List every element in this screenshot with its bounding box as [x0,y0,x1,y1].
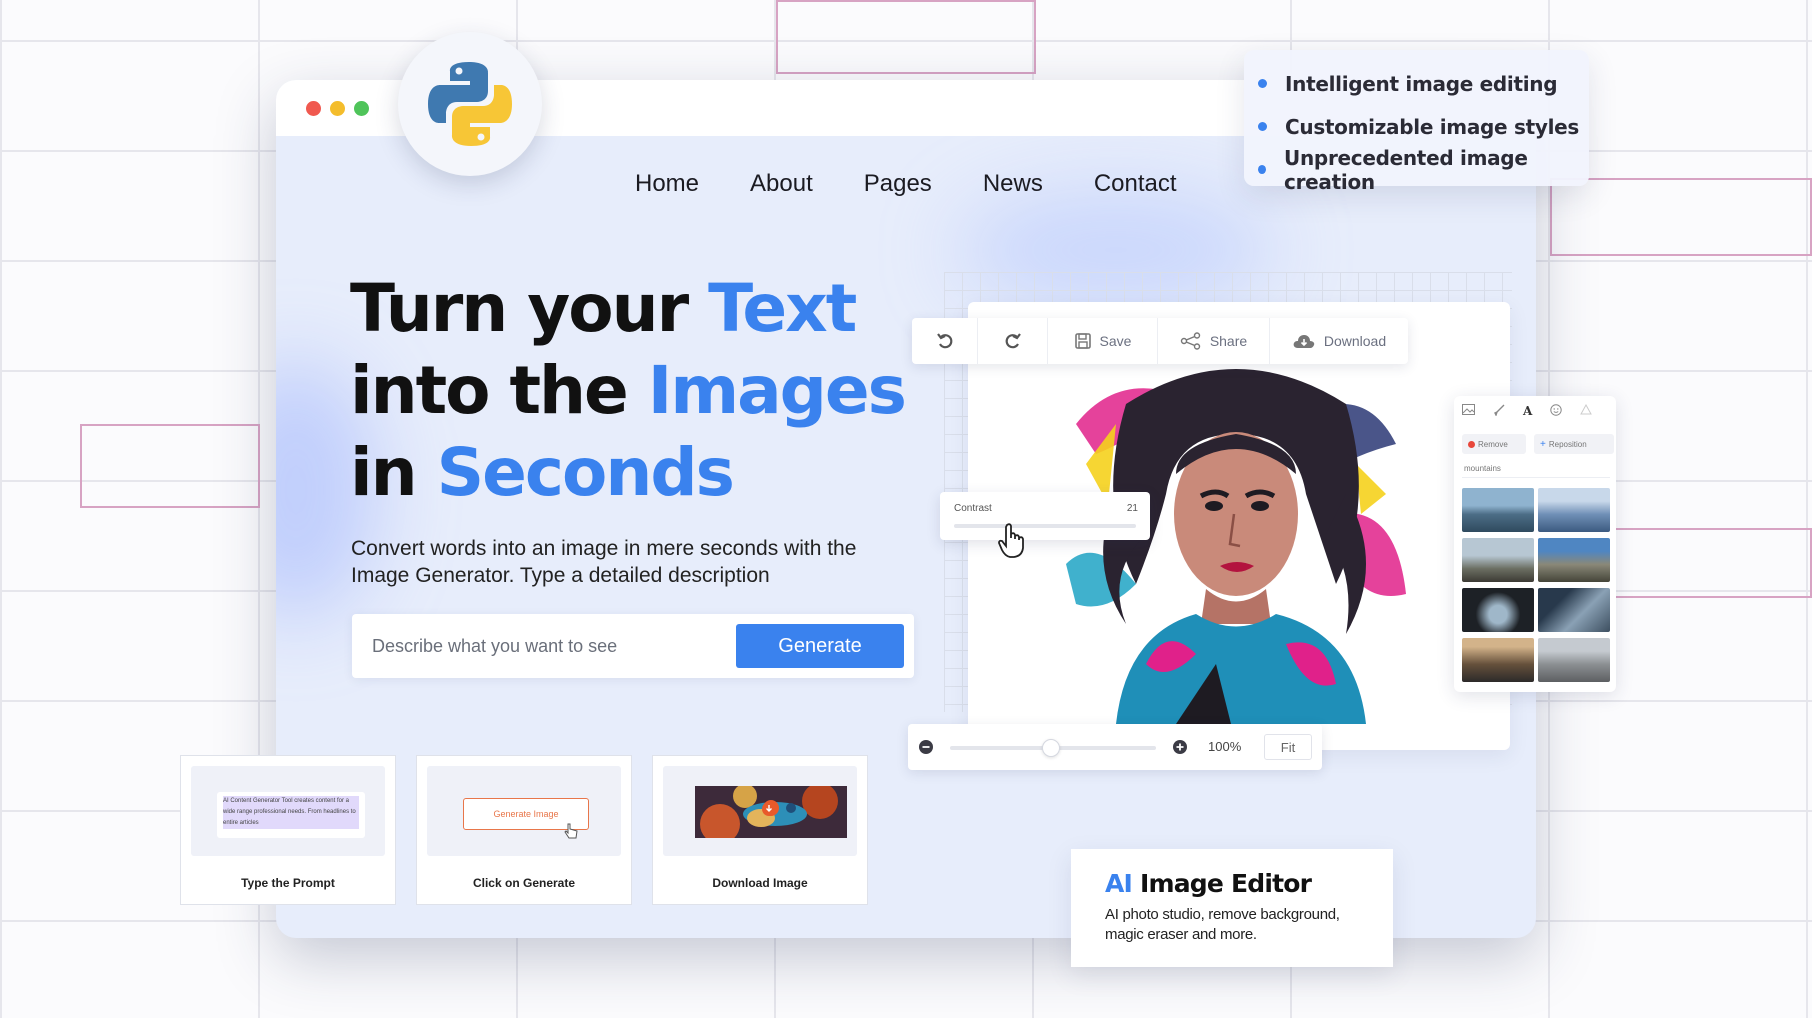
redo-button[interactable] [978,318,1048,364]
hero-headline: Turn your Text into the Images in Second… [350,270,907,511]
step-label: Click on Generate [472,876,576,890]
minimize-window-dot[interactable] [330,101,345,116]
download-icon [762,802,776,816]
nav-contact[interactable]: Contact [1094,170,1177,198]
hero-subtext: Convert words into an image in mere seco… [351,537,857,587]
features-list: Intelligent image editing Customizable i… [1244,50,1589,194]
remove-icon [1468,440,1475,448]
prompt-input[interactable] [372,628,702,664]
nav-home[interactable]: Home [635,170,699,198]
pointer-hand-icon [564,823,578,839]
hand-cursor-icon [998,523,1024,558]
emoji-icon[interactable] [1550,404,1563,416]
card-description: AI photo studio, remove background, magi… [1105,906,1340,943]
reposition-button[interactable]: + Reposition [1534,434,1614,454]
background-accent [80,424,260,508]
background-accent [1550,178,1812,256]
card-title: AI Image Editor [1105,869,1312,898]
result-image[interactable] [1462,638,1534,682]
download-button[interactable]: Download [1270,318,1408,364]
generate-button[interactable]: Generate [736,624,904,668]
feature-item: Customizable image styles [1258,105,1589,148]
prompt-preview: AI Content Generator Tool creates conten… [217,792,365,838]
image-search-field[interactable]: mountains [1462,460,1610,478]
bullet-icon [1258,122,1267,131]
image-icon[interactable] [1462,404,1475,415]
result-image[interactable] [1462,538,1534,582]
contrast-slider-panel[interactable]: Contrast 21 [940,492,1150,540]
feature-item: Intelligent image editing [1258,62,1589,105]
result-image[interactable] [1538,538,1610,582]
step-thumbnail: AI Content Generator Tool creates conten… [191,766,385,856]
plus-icon: + [1540,438,1546,450]
nav-pages[interactable]: Pages [864,170,932,198]
redo-icon [1005,333,1021,349]
nav-news[interactable]: News [983,170,1043,198]
text-tool-icon[interactable]: A [1523,404,1532,418]
zoom-slider-knob[interactable] [1042,739,1060,757]
save-icon [1074,333,1091,349]
close-window-dot[interactable] [306,101,321,116]
undo-icon [936,333,952,349]
fit-button[interactable]: Fit [1264,734,1312,760]
step-card-type-prompt[interactable]: AI Content Generator Tool creates conten… [180,755,396,905]
python-logo-badge [398,32,542,176]
zoom-out-icon[interactable] [918,739,934,755]
maximize-window-dot[interactable] [354,101,369,116]
step-card-click-generate[interactable]: Generate Image Click on Generate [416,755,632,905]
bullet-icon [1258,165,1267,174]
result-image[interactable] [1538,638,1610,682]
ai-image-editor-card: AI Image Editor AI photo studio, remove … [1071,849,1393,967]
bullet-icon [1258,79,1267,88]
result-image[interactable] [1462,588,1534,632]
generated-portrait-image [1066,369,1406,724]
step-thumbnail: Generate Image [427,766,621,856]
result-image[interactable] [1538,588,1610,632]
shapes-icon[interactable] [1580,404,1593,416]
contrast-slider[interactable] [954,524,1136,528]
result-image[interactable] [1538,488,1610,532]
prompt-search-box: Generate [352,614,914,678]
zoom-percent: 100% [1208,739,1242,754]
panel-tabs: A [1462,404,1593,418]
background-accent [776,0,1036,74]
step-label: Type the Prompt [241,876,335,890]
feature-item: Unprecedented image creation [1258,146,1589,194]
editor-toolbar: Save Share Download [912,318,1408,364]
result-image[interactable] [1462,488,1534,532]
nav-about[interactable]: About [750,170,813,198]
step-card-download-image[interactable]: Download Image [652,755,868,905]
undo-button[interactable] [912,318,978,364]
zoom-in-icon[interactable] [1172,739,1188,755]
cloud-download-icon [1293,335,1315,348]
share-icon [1180,332,1201,350]
share-button[interactable]: Share [1158,318,1270,364]
remove-button[interactable]: Remove [1462,434,1526,454]
main-nav: Home About Pages News Contact [635,170,1228,198]
zoom-control: 100% Fit [908,724,1322,770]
save-button[interactable]: Save [1048,318,1158,364]
step-thumbnail [663,766,857,856]
step-label: Download Image [712,876,808,890]
image-search-panel: A Remove + Reposition mountains [1454,396,1616,692]
python-logo-icon [428,62,512,146]
brush-icon[interactable] [1493,404,1505,416]
